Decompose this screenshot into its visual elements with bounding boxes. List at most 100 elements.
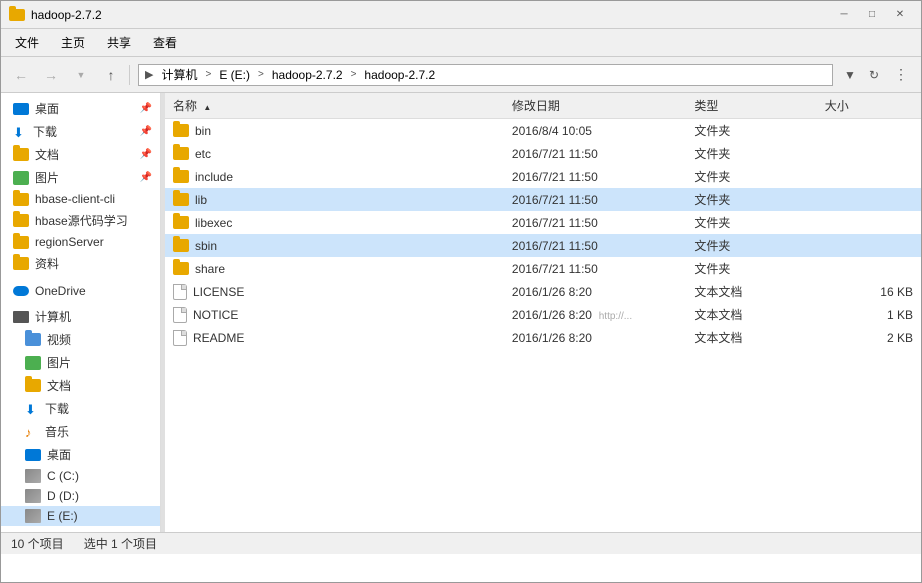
table-row[interactable]: lib2016/7/21 11:50文件夹 (165, 188, 921, 211)
col-header-date[interactable]: 修改日期 (504, 93, 686, 119)
file-area: 名称 ▲ 修改日期 类型 大小 bin2016/8/4 10:05文件夹etc2… (165, 93, 921, 532)
download-icon-2: ⬇ (25, 402, 39, 416)
sidebar-item-docs-pinned[interactable]: 文档 📌 (1, 143, 160, 166)
menu-home[interactable]: 主页 (51, 30, 95, 55)
folder-icon-hbase2 (13, 214, 29, 227)
col-header-type[interactable]: 类型 (686, 93, 816, 119)
menu-bar: 文件 主页 共享 查看 (1, 29, 921, 57)
address-bar[interactable]: ▶ 计算机 > E (E:) > hadoop-2.7.2 > hadoop-2… (138, 64, 833, 86)
music-icon: ♪ (25, 425, 39, 439)
table-row[interactable]: LICENSE2016/1/26 8:20文本文档16 KB (165, 280, 921, 303)
document-icon (173, 284, 187, 300)
pin-icon: 📌 (140, 103, 152, 114)
table-row[interactable]: bin2016/8/4 10:05文件夹 (165, 119, 921, 143)
folder-icon-docs (13, 148, 29, 161)
window-title: hadoop-2.7.2 (31, 8, 102, 22)
document-icon (173, 307, 187, 323)
table-row[interactable]: NOTICE2016/1/26 8:20 http://... 文本文档1 KB (165, 303, 921, 326)
table-row[interactable]: README2016/1/26 8:20文本文档2 KB (165, 326, 921, 349)
address-dropdown-button[interactable]: ▼ (839, 64, 861, 86)
folder-icon-videos (25, 333, 41, 346)
title-bar: hadoop-2.7.2 ─ □ ✕ (1, 1, 921, 29)
recent-button[interactable]: ▼ (67, 61, 95, 89)
folder-icon-materials (13, 257, 29, 270)
pin-icon-4: 📌 (140, 172, 152, 183)
status-bar: 10 个项目 选中 1 个项目 (1, 532, 921, 554)
folder-icon (173, 147, 189, 160)
sidebar-item-pictures[interactable]: 图片 (1, 351, 160, 374)
image-icon-pictures (25, 356, 41, 370)
sidebar-item-videos[interactable]: 视频 (1, 328, 160, 351)
folder-icon (173, 124, 189, 137)
up-button[interactable]: ↑ (97, 61, 125, 89)
image-icon-sidebar (13, 171, 29, 185)
folder-icon-documents (25, 379, 41, 392)
sidebar-item-desktop-main[interactable]: 桌面 (1, 443, 160, 466)
sidebar-item-onedrive[interactable]: OneDrive (1, 281, 160, 301)
document-icon (173, 330, 187, 346)
folder-icon (173, 193, 189, 206)
sort-indicator: ▲ (203, 103, 211, 112)
computer-icon (13, 311, 29, 323)
refresh-button[interactable]: ↻ (863, 64, 885, 86)
drive-c-icon (25, 469, 41, 483)
sidebar-item-downloads-pinned[interactable]: ⬇ 下载 📌 (1, 120, 160, 143)
desktop-icon-2 (25, 449, 41, 461)
folder-icon (173, 239, 189, 252)
table-header-row: 名称 ▲ 修改日期 类型 大小 (165, 93, 921, 119)
table-row[interactable]: sbin2016/7/21 11:50文件夹 (165, 234, 921, 257)
forward-button[interactable]: → (37, 61, 65, 89)
close-button[interactable]: ✕ (887, 4, 913, 26)
path-folder1[interactable]: hadoop-2.7.2 (268, 67, 347, 83)
folder-icon (173, 216, 189, 229)
sidebar-item-materials[interactable]: 资料 (1, 252, 160, 275)
sidebar: 桌面 📌 ⬇ 下载 📌 文档 📌 图片 📌 hbase-client-cli h… (1, 93, 161, 532)
folder-icon-regionserver (13, 236, 29, 249)
table-row[interactable]: share2016/7/21 11:50文件夹 (165, 257, 921, 280)
sidebar-item-documents[interactable]: 文档 (1, 374, 160, 397)
window-controls: ─ □ ✕ (831, 4, 913, 26)
back-button[interactable]: ← (7, 61, 35, 89)
drive-d-icon (25, 489, 41, 503)
table-row[interactable]: include2016/7/21 11:50文件夹 (165, 165, 921, 188)
sidebar-item-drive-d[interactable]: D (D:) (1, 486, 160, 506)
main-area: 桌面 📌 ⬇ 下载 📌 文档 📌 图片 📌 hbase-client-cli h… (1, 93, 921, 532)
path-computer[interactable]: 计算机 (157, 65, 201, 84)
folder-icon (173, 262, 189, 275)
sidebar-item-desktop[interactable]: 桌面 📌 (1, 97, 160, 120)
menu-share[interactable]: 共享 (97, 30, 141, 55)
sidebar-item-music[interactable]: ♪ 音乐 (1, 420, 160, 443)
path-drive[interactable]: E (E:) (215, 67, 254, 83)
sidebar-item-regionserver[interactable]: regionServer (1, 232, 160, 252)
sidebar-item-hbase-client[interactable]: hbase-client-cli (1, 189, 160, 209)
path-folder2[interactable]: hadoop-2.7.2 (360, 67, 439, 83)
sidebar-item-computer[interactable]: 计算机 (1, 305, 160, 328)
item-count: 10 个项目 (11, 535, 64, 552)
onedrive-icon (13, 286, 29, 296)
pin-icon-2: 📌 (140, 126, 152, 137)
sidebar-item-hbase-source[interactable]: hbase源代码学习 (1, 209, 160, 232)
maximize-button[interactable]: □ (859, 4, 885, 26)
sidebar-item-drive-e[interactable]: E (E:) (1, 506, 160, 526)
table-row[interactable]: etc2016/7/21 11:50文件夹 (165, 142, 921, 165)
toolbar-divider (129, 65, 130, 85)
desktop-icon (13, 103, 29, 115)
minimize-button[interactable]: ─ (831, 4, 857, 26)
col-header-size[interactable]: 大小 (817, 93, 921, 119)
table-row[interactable]: libexec2016/7/21 11:50文件夹 (165, 211, 921, 234)
col-header-name[interactable]: 名称 ▲ (165, 93, 504, 119)
folder-icon-hbase (13, 193, 29, 206)
folder-icon (173, 170, 189, 183)
download-icon: ⬇ (13, 125, 27, 139)
file-table: 名称 ▲ 修改日期 类型 大小 bin2016/8/4 10:05文件夹etc2… (165, 93, 921, 349)
sidebar-item-pics-pinned[interactable]: 图片 📌 (1, 166, 160, 189)
pin-icon-3: 📌 (140, 149, 152, 160)
sidebar-item-drive-c[interactable]: C (C:) (1, 466, 160, 486)
window-icon (9, 7, 25, 23)
more-options-button[interactable]: ⋮ (887, 61, 915, 89)
sidebar-item-downloads[interactable]: ⬇ 下载 (1, 397, 160, 420)
menu-file[interactable]: 文件 (5, 30, 49, 55)
selected-count: 选中 1 个项目 (84, 535, 157, 552)
menu-view[interactable]: 查看 (143, 30, 187, 55)
drive-e-icon (25, 509, 41, 523)
